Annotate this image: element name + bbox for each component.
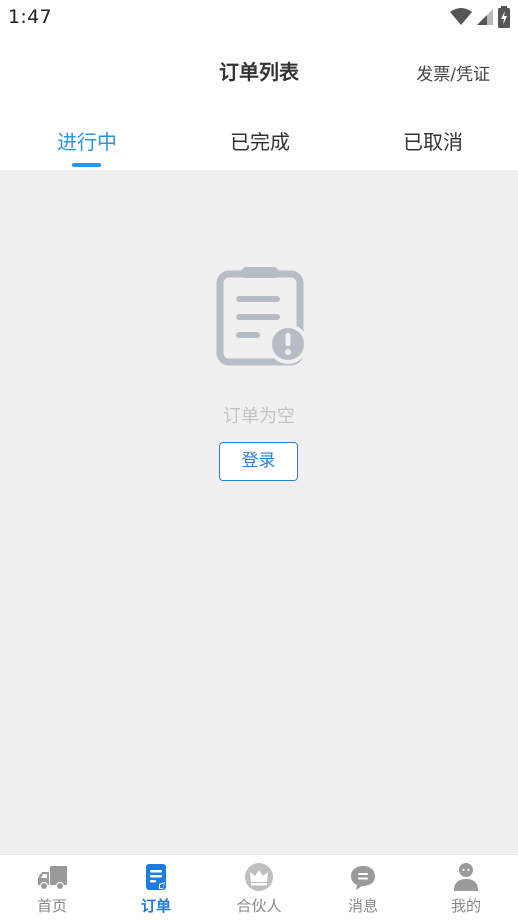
- invoice-link[interactable]: 发票/凭证: [416, 60, 490, 85]
- nav-item-orders[interactable]: 订单: [104, 855, 208, 922]
- nav-item-mine[interactable]: 我的: [414, 855, 518, 922]
- nav-label-home: 首页: [36, 897, 67, 915]
- bottom-nav: 首页 订单 合伙人 消息 我的: [0, 854, 518, 922]
- nav-label-orders: 订单: [140, 897, 171, 915]
- tab-cancelled[interactable]: 已取消: [358, 126, 508, 155]
- truck-icon: [38, 866, 67, 890]
- nav-item-partner[interactable]: 合伙人: [207, 855, 311, 922]
- battery-icon: [498, 6, 510, 28]
- nav-item-messages[interactable]: 消息: [311, 855, 415, 922]
- order-list-screen: 1:47 订单列表 发票/凭证 进行中 已完成 已取消 订单为空 登录 首页 订…: [0, 0, 518, 922]
- nav-label-messages: 消息: [347, 897, 378, 915]
- signal-icon: [477, 9, 493, 25]
- wifi-icon: [450, 8, 472, 25]
- tab-in-progress[interactable]: 进行中: [12, 126, 162, 155]
- nav-label-mine: 我的: [450, 897, 481, 915]
- header: 订单列表 发票/凭证: [0, 36, 518, 102]
- order-tabs: 进行中 已完成 已取消: [0, 102, 518, 170]
- status-time: 1:47: [8, 6, 52, 28]
- user-icon: [454, 863, 478, 891]
- nav-item-home[interactable]: 首页: [0, 855, 104, 922]
- tab-completed[interactable]: 已完成: [185, 126, 335, 155]
- crown-icon: [245, 863, 273, 891]
- login-button[interactable]: 登录: [219, 442, 298, 481]
- order-document-icon: [146, 864, 166, 890]
- active-tab-indicator: [72, 163, 101, 167]
- empty-state-message: 订单为空: [223, 406, 295, 427]
- empty-clipboard-icon: [216, 267, 308, 366]
- chat-bubble-icon: [351, 866, 375, 890]
- order-list-content: 订单为空 登录: [0, 170, 518, 854]
- status-icons: [450, 6, 510, 28]
- status-bar: 1:47: [0, 0, 518, 36]
- nav-label-partner: 合伙人: [236, 897, 282, 915]
